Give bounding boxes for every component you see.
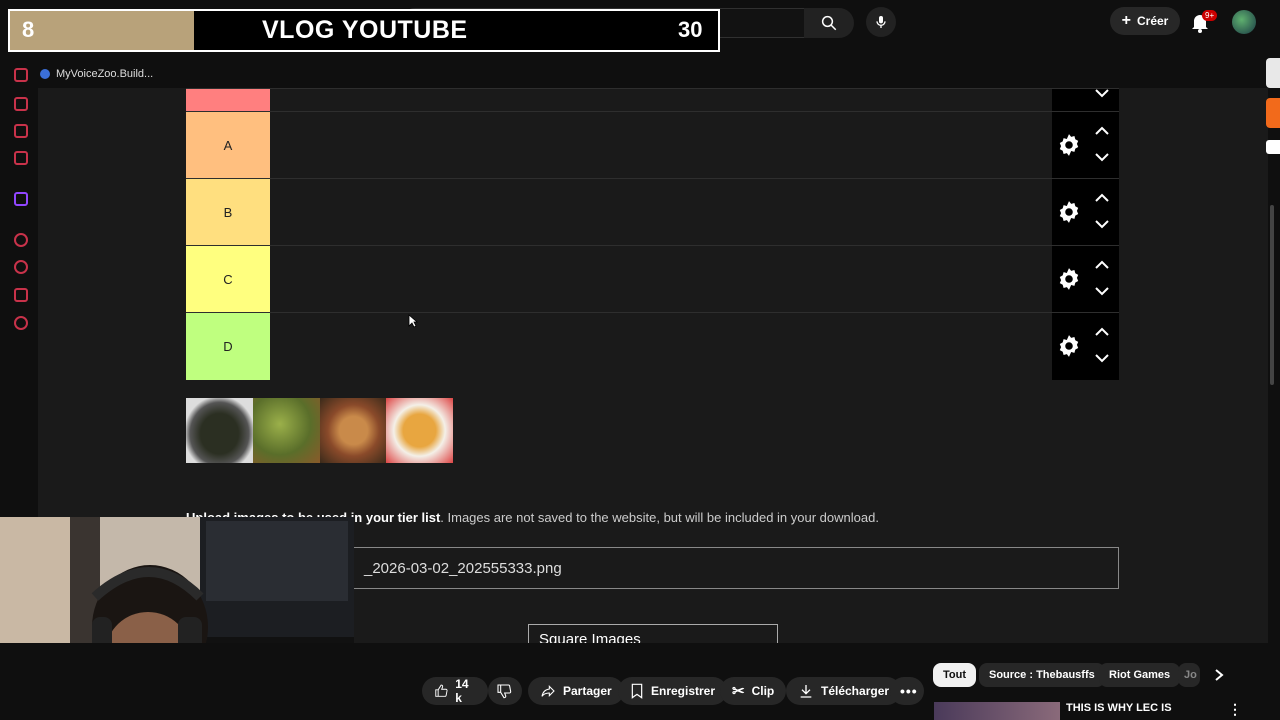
chevron-right-icon[interactable] bbox=[1212, 668, 1226, 682]
tier-row: C bbox=[186, 245, 1119, 312]
mouse-cursor-icon bbox=[408, 314, 418, 328]
bookmark-favicon-icon bbox=[40, 69, 50, 79]
bookmarks-bar: MyVoiceZoo.Build... bbox=[40, 62, 153, 86]
move-up-icon[interactable] bbox=[1093, 326, 1111, 338]
clip-label: Clip bbox=[751, 684, 775, 698]
tier-controls bbox=[1052, 246, 1119, 312]
microphone-icon bbox=[876, 16, 886, 28]
tier-row: D bbox=[186, 312, 1119, 380]
download-label: Télécharger bbox=[821, 684, 890, 698]
sidebar-app-icon[interactable] bbox=[14, 97, 28, 111]
tier-item-image[interactable] bbox=[386, 398, 453, 463]
search-button[interactable] bbox=[804, 8, 854, 38]
move-up-icon[interactable] bbox=[1093, 259, 1111, 271]
uploaded-file-name: _2026-03-02_202555333.png bbox=[364, 560, 562, 577]
notification-badge: 9+ bbox=[1202, 10, 1218, 21]
side-panel-tab[interactable] bbox=[1266, 98, 1280, 128]
tier-label[interactable]: D bbox=[186, 313, 270, 380]
sidebar-app-icon[interactable] bbox=[14, 151, 28, 165]
move-down-icon[interactable] bbox=[1093, 352, 1111, 364]
tier-row: B bbox=[186, 178, 1119, 245]
tier-controls bbox=[1052, 313, 1119, 380]
create-label: Créer bbox=[1136, 14, 1169, 28]
dislike-button[interactable] bbox=[488, 677, 522, 705]
thumbs-down-icon bbox=[497, 684, 512, 699]
move-down-icon[interactable] bbox=[1093, 151, 1111, 163]
recommended-video-title[interactable]: THIS IS WHY LEC IS bbox=[1066, 702, 1172, 714]
share-button[interactable]: Partager bbox=[528, 677, 624, 705]
tier-controls bbox=[1052, 112, 1119, 178]
page-scrollbar[interactable] bbox=[1270, 205, 1274, 385]
sidebar-app-icon[interactable] bbox=[14, 233, 28, 247]
voice-search-button[interactable] bbox=[866, 7, 896, 37]
sidebar-app-icon[interactable] bbox=[14, 68, 28, 82]
like-button[interactable]: 14 k bbox=[422, 677, 488, 705]
thumbs-up-icon bbox=[435, 684, 448, 697]
clip-button[interactable]: ✂ Clip bbox=[720, 677, 787, 705]
settings-icon[interactable] bbox=[14, 316, 28, 330]
tier-item-image[interactable] bbox=[320, 398, 387, 463]
tier-controls bbox=[1052, 179, 1119, 245]
sidebar-app-icon[interactable] bbox=[14, 124, 28, 138]
account-avatar[interactable] bbox=[1232, 10, 1256, 34]
bookmark-icon bbox=[631, 683, 643, 699]
tier-item-image[interactable] bbox=[253, 398, 320, 463]
download-icon bbox=[800, 685, 812, 698]
scissors-icon: ✂ bbox=[732, 683, 745, 700]
tier-controls bbox=[1052, 89, 1119, 111]
history-icon[interactable] bbox=[14, 260, 28, 274]
banner-left-number: 8 bbox=[22, 17, 35, 42]
upload-instructions-rest: . Images are not saved to the website, b… bbox=[440, 510, 879, 525]
chip-all[interactable]: Tout bbox=[933, 663, 977, 687]
move-down-icon[interactable] bbox=[1093, 87, 1111, 99]
tier-label[interactable]: B bbox=[186, 179, 270, 245]
tier-label[interactable]: C bbox=[186, 246, 270, 312]
extensions-icon[interactable] bbox=[14, 288, 28, 302]
move-down-icon[interactable] bbox=[1093, 285, 1111, 297]
tier-row: A bbox=[186, 111, 1119, 178]
share-icon bbox=[541, 685, 555, 697]
create-button[interactable]: + Créer bbox=[1110, 7, 1180, 35]
bookmark-item[interactable]: MyVoiceZoo.Build... bbox=[56, 68, 153, 80]
stream-overlay-banner: 8 VLOG YOUTUBE 30 bbox=[8, 9, 720, 52]
gear-icon[interactable] bbox=[1056, 266, 1082, 292]
tier-item-image[interactable] bbox=[186, 398, 253, 463]
save-button[interactable]: Enregistrer bbox=[618, 677, 728, 705]
recommended-video-thumbnail[interactable] bbox=[934, 702, 1060, 720]
like-count: 14 k bbox=[455, 677, 469, 705]
tier-row bbox=[186, 88, 1119, 111]
move-down-icon[interactable] bbox=[1093, 218, 1111, 230]
tier-label[interactable] bbox=[186, 89, 270, 111]
side-panel-tab[interactable] bbox=[1266, 140, 1280, 154]
search-icon bbox=[821, 15, 837, 31]
video-actions-bar: 14 k Partager Enregistrer ✂ Clip Télécha… bbox=[0, 643, 1280, 720]
chip-partial[interactable]: Jo bbox=[1178, 663, 1200, 687]
plus-icon: + bbox=[1121, 12, 1131, 29]
banner-title: VLOG YOUTUBE bbox=[262, 16, 468, 44]
chip-source[interactable]: Source : Thebausffs bbox=[979, 663, 1105, 687]
more-actions-button[interactable]: ••• bbox=[890, 677, 924, 705]
move-up-icon[interactable] bbox=[1093, 192, 1111, 204]
share-label: Partager bbox=[563, 684, 612, 698]
banner-gold-block bbox=[10, 11, 194, 50]
more-icon: ••• bbox=[900, 683, 918, 699]
video-menu-icon[interactable]: ⋮ bbox=[1228, 701, 1242, 718]
banner-right-number: 30 bbox=[678, 17, 703, 42]
tier-label[interactable]: A bbox=[186, 112, 270, 178]
gear-icon[interactable] bbox=[1056, 199, 1082, 225]
side-panel-tab[interactable] bbox=[1266, 58, 1280, 88]
gear-icon[interactable] bbox=[1056, 333, 1082, 359]
move-up-icon[interactable] bbox=[1093, 125, 1111, 137]
save-label: Enregistrer bbox=[651, 684, 716, 698]
twitch-icon[interactable] bbox=[14, 192, 28, 206]
download-button[interactable]: Télécharger bbox=[786, 677, 902, 705]
chip-riot-games[interactable]: Riot Games bbox=[1099, 663, 1181, 687]
gear-icon[interactable] bbox=[1056, 132, 1082, 158]
